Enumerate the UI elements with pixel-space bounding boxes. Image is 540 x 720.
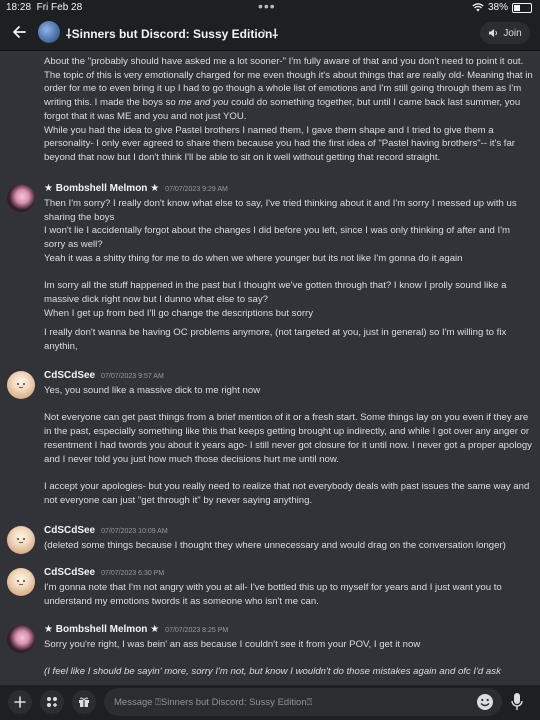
message-paragraph: (I feel like I should be sayin' more, so… (44, 666, 501, 678)
back-arrow-icon[interactable] (10, 23, 28, 41)
author-name[interactable]: ★ Bombshell Melmon ★ 07/07/2023 8:25 PM (44, 624, 228, 635)
message-input-placeholder: Message ⍰Sinners but Discord: Sussy Edit… (114, 697, 313, 708)
speaker-icon (489, 29, 498, 37)
join-voice-button[interactable]: Join (480, 22, 530, 44)
message-body: I'm gonna note that I'm not angry with y… (44, 581, 532, 608)
message-timestamp: 07/07/2023 8:25 PM (165, 627, 229, 634)
author-name[interactable]: CdSCdSee 07/07/2023 9:57 AM (44, 370, 164, 381)
gift-button[interactable] (72, 690, 96, 714)
message-paragraph: I accept your apologies- but you really … (44, 480, 532, 506)
multitasking-dots[interactable]: ••• (258, 0, 276, 14)
avatar[interactable] (7, 625, 35, 653)
apps-icon (47, 697, 57, 707)
message-composer: Message ⍰Sinners but Discord: Sussy Edit… (0, 685, 540, 720)
avatar[interactable] (7, 568, 35, 596)
message-body: Sorry you're right, I was bein' an ass b… (44, 638, 532, 679)
message-paragraph: Then I'm sorry? I really don't know what… (44, 198, 520, 223)
message-paragraph: Not everyone can get past things from a … (44, 412, 535, 465)
message-paragraph: I won't lie I accidentally forgot about … (44, 225, 513, 251)
join-label: Join (503, 27, 522, 39)
author-name[interactable]: ★ Bombshell Melmon ★ 07/07/2023 9:29 AM (44, 183, 228, 194)
avatar[interactable] (7, 184, 35, 212)
message-paragraph: I really don't wanna be having OC proble… (44, 327, 509, 353)
message-timestamp: 07/07/2023 10:09 AM (101, 528, 168, 535)
message-list[interactable]: About the "probably should have asked me… (0, 51, 540, 685)
message-paragraph: Sorry you're right, I was bein' an ass b… (44, 639, 421, 650)
microphone-icon[interactable] (510, 692, 524, 712)
message-timestamp: 07/07/2023 9:57 AM (101, 373, 164, 380)
message-body: Then I'm sorry? I really don't know what… (44, 197, 532, 354)
message-timestamp: 07/07/2023 9:29 AM (165, 186, 228, 193)
avatar-face (17, 580, 25, 586)
message-input[interactable]: Message ⍰Sinners but Discord: Sussy Edit… (104, 688, 502, 716)
author-name[interactable]: CdSCdSee 07/07/2023 10:09 AM (44, 525, 168, 536)
message-body: (deleted some things because I thought t… (44, 539, 532, 553)
message-paragraph: Yeah it was a shitty thing for me to do … (44, 252, 463, 264)
wifi-icon (472, 3, 484, 12)
message-paragraph: Im sorry all the stuff happened in the p… (44, 280, 510, 305)
message-paragraph: Yes, you sound like a massive dick to me… (44, 385, 261, 396)
battery-icon (512, 2, 532, 13)
message-paragraph: About the "probably should have asked me… (44, 56, 536, 122)
status-right: 38% (472, 2, 532, 13)
emoji-icon[interactable] (476, 693, 494, 711)
message-continuation: About the "probably should have asked me… (44, 55, 534, 165)
avatar-face (17, 383, 25, 389)
message-paragraph: While you had the idea to give Pastel br… (44, 124, 518, 163)
author-name[interactable]: CdSCdSee 07/07/2023 6:30 PM (44, 567, 164, 578)
add-attachment-button[interactable] (8, 690, 32, 714)
message-paragraph: When I get up from bed I'll go change th… (44, 307, 314, 319)
battery-percent: 38% (487, 2, 508, 13)
apps-button[interactable] (40, 690, 64, 714)
message-paragraph: (deleted some things because I thought t… (44, 540, 506, 551)
gift-icon (79, 697, 89, 707)
message-body: Yes, you sound like a massive dick to me… (44, 384, 532, 507)
status-time: 18:28 Fri Feb 28 (6, 2, 83, 13)
channel-header: ⸸Sinners but Discord: Sussy Edition⸸ › J… (0, 16, 540, 51)
message-paragraph: I'm gonna note that I'm not angry with y… (44, 582, 505, 607)
message-timestamp: 07/07/2023 6:30 PM (101, 570, 165, 577)
channel-title[interactable]: ⸸Sinners but Discord: Sussy Edition⸸ (66, 25, 278, 42)
avatar[interactable] (7, 371, 35, 399)
server-icon[interactable] (38, 21, 60, 43)
chevron-right-icon[interactable]: › (262, 24, 266, 38)
avatar[interactable] (7, 526, 35, 554)
avatar-face (17, 538, 25, 544)
plus-icon (14, 696, 26, 708)
status-bar: 18:28 Fri Feb 28 ••• 38% (0, 0, 540, 16)
